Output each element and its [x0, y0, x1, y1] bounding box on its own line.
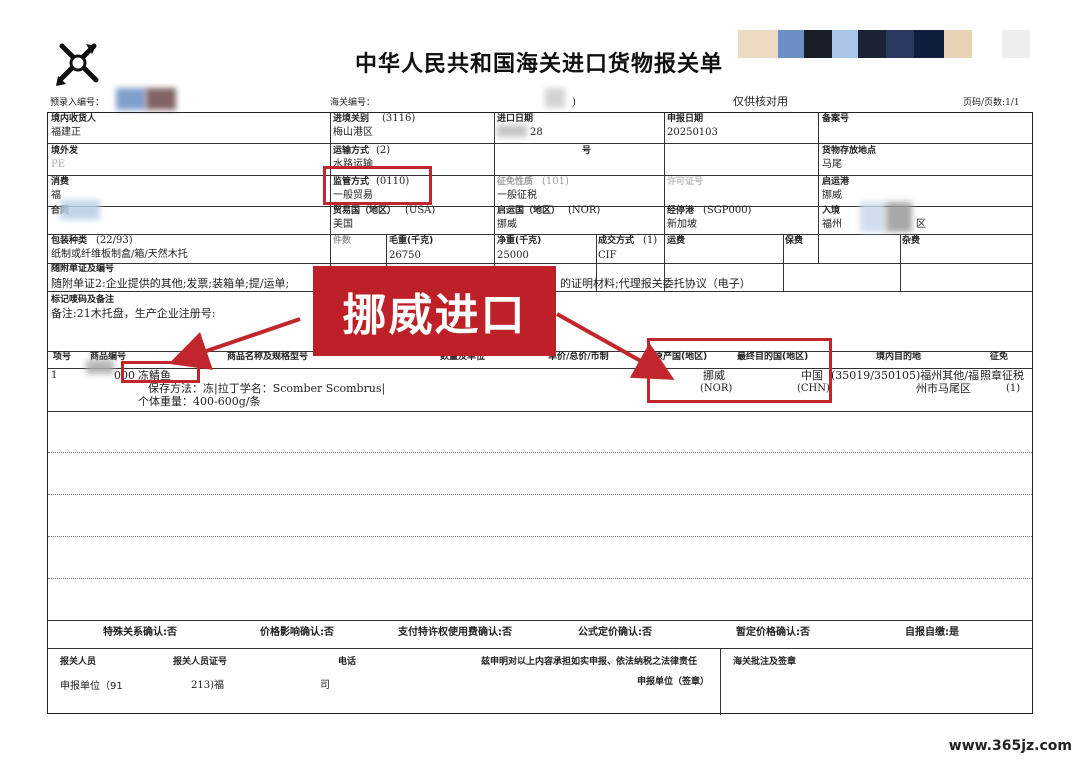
redaction-block: [60, 200, 100, 220]
arrow-to-product: [168, 317, 301, 370]
arrow-annotations: [168, 312, 675, 380]
redaction-block: [86, 360, 114, 374]
watermark: www.365jz.com: [948, 738, 1072, 754]
arrow-to-origin: [556, 312, 675, 380]
redaction-block: [497, 125, 527, 137]
